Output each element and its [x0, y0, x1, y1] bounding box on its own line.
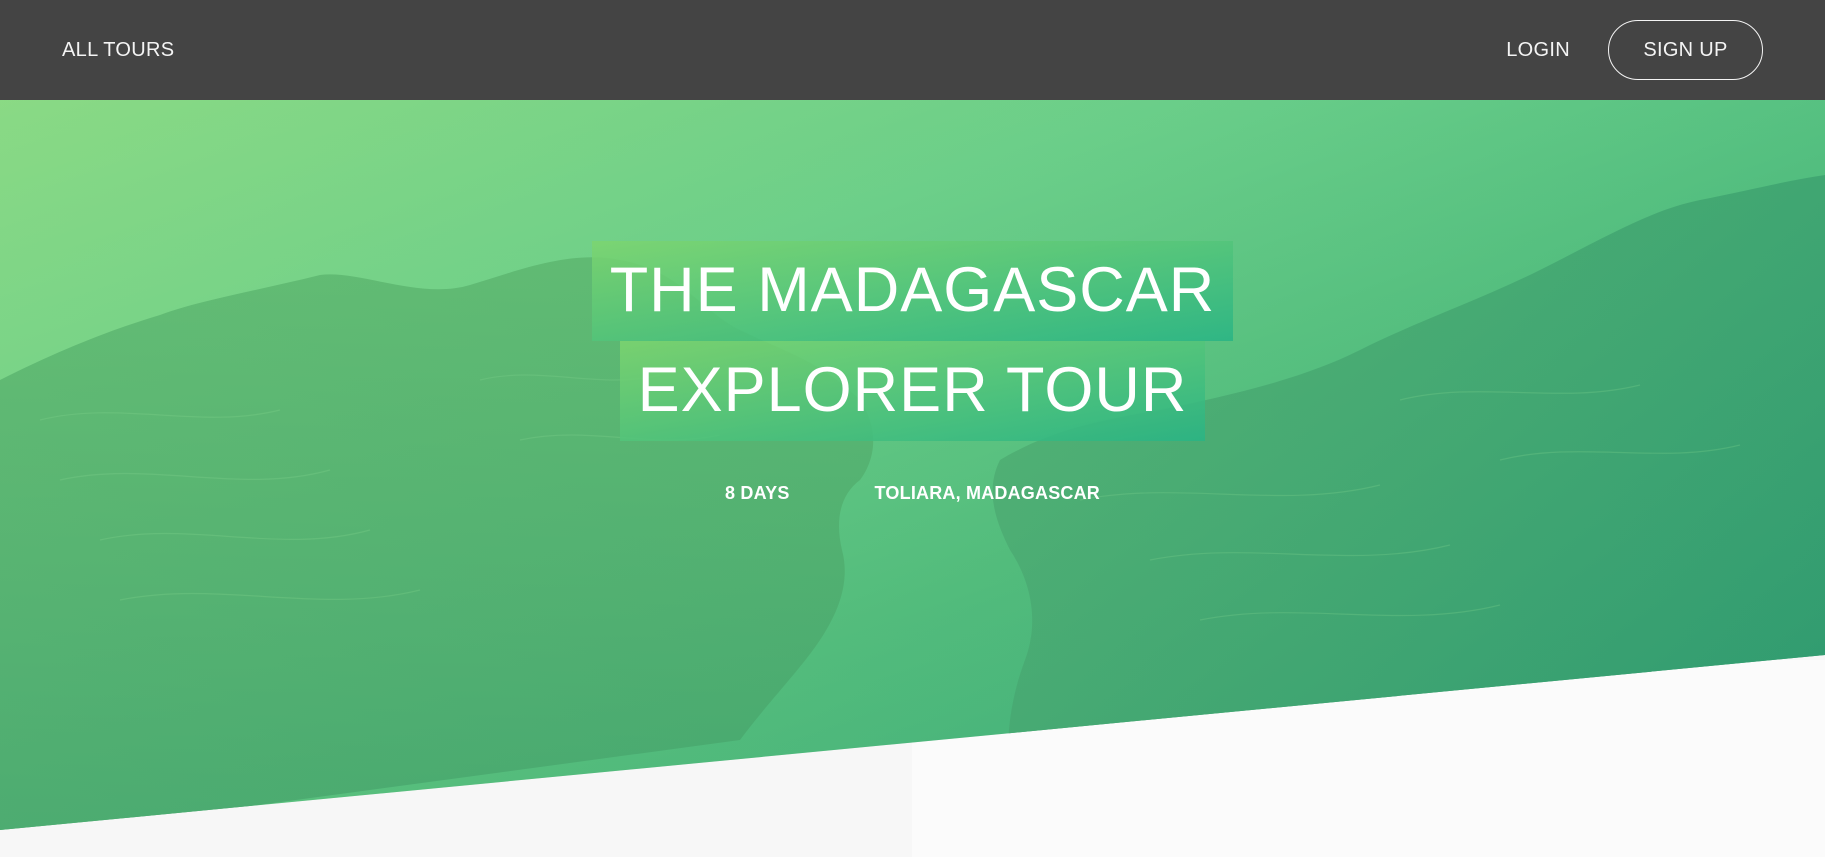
hero-section: THE MADAGASCAR EXPLORER TOUR 8 DAYS TOLI…	[0, 100, 1825, 857]
tour-title-line-1: THE MADAGASCAR	[591, 241, 1234, 341]
signup-button[interactable]: SIGN UP	[1608, 20, 1763, 80]
tour-title: THE MADAGASCAR EXPLORER TOUR	[0, 241, 1825, 441]
tour-duration: 8 DAYS	[724, 483, 790, 503]
tour-location: TOLIARA, MADAGASCAR	[874, 483, 1101, 503]
all-tours-link[interactable]: ALL TOURS	[62, 39, 174, 62]
login-link[interactable]: LOGIN	[1506, 39, 1570, 62]
user-nav: LOGIN SIGN UP	[1506, 20, 1763, 80]
tour-meta: 8 DAYS TOLIARA, MADAGASCAR	[0, 483, 1825, 504]
tour-title-line-2: EXPLORER TOUR	[619, 341, 1206, 441]
site-header: ALL TOURS LOGIN SIGN UP	[0, 0, 1825, 100]
